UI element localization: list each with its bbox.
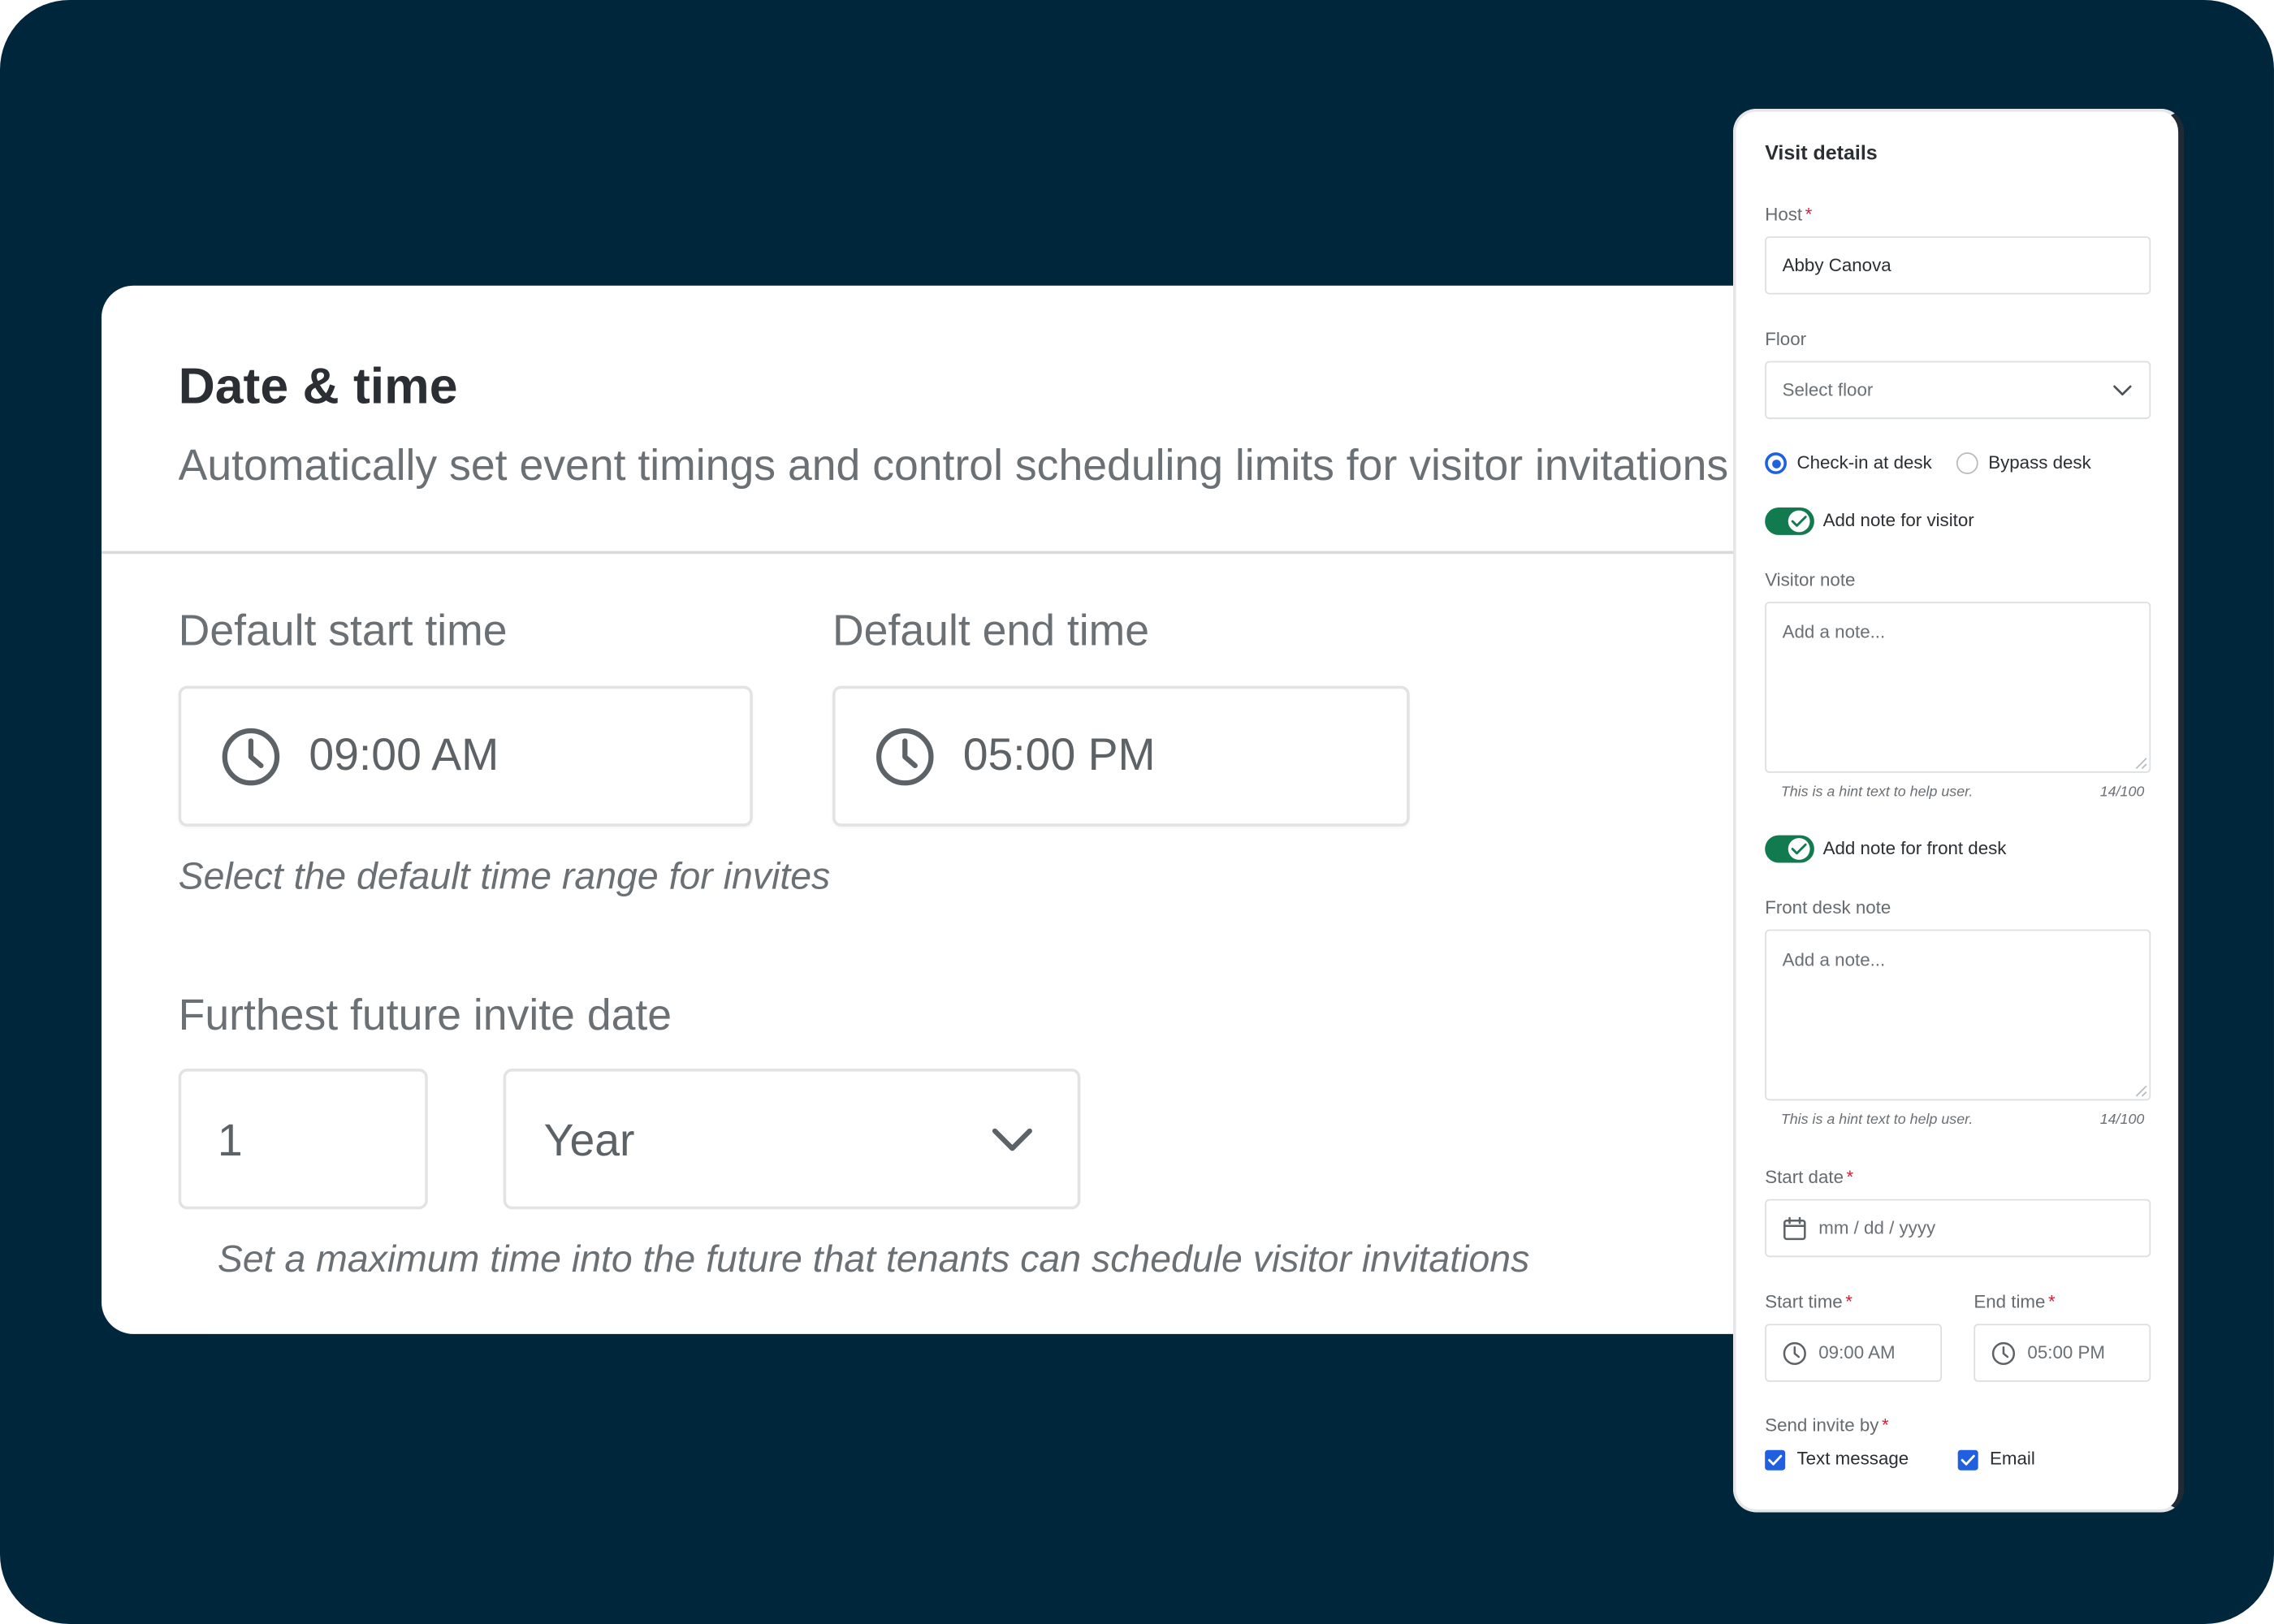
radio-checkin-label: Check-in at desk — [1796, 452, 1932, 473]
frontdesk-note-count: 14/100 — [2099, 1112, 2145, 1129]
default-end-time-input[interactable]: 05:00 PM — [832, 685, 1410, 827]
visitor-note-placeholder: Add a note... — [1782, 622, 1886, 643]
calendar-icon — [1783, 1216, 1806, 1241]
frontdesk-note-label: Front desk note — [1765, 897, 1891, 918]
host-input[interactable]: Abby Canova — [1765, 236, 2151, 295]
send-invite-label-text: Send invite by — [1765, 1415, 1879, 1436]
resize-grip-icon[interactable] — [2135, 1085, 2148, 1098]
future-unit-select[interactable]: Year — [503, 1069, 1081, 1210]
future-amount-input[interactable]: 1 — [178, 1069, 428, 1210]
required-mark: * — [1805, 204, 1813, 225]
check-icon — [1791, 516, 1807, 527]
visitor-note-textarea[interactable]: Add a note... — [1765, 602, 2151, 773]
end-time-input[interactable]: 05:00 PM — [1974, 1324, 2151, 1382]
check-icon — [1768, 1454, 1783, 1466]
send-invite-label: Send invite by * — [1765, 1415, 1889, 1436]
future-date-hint: Set a maximum time into the future that … — [217, 1237, 1530, 1281]
future-unit-value: Year — [543, 1115, 635, 1166]
required-mark: * — [1845, 1292, 1853, 1313]
visitor-note-count: 14/100 — [2099, 784, 2145, 801]
radio-bypass-desk[interactable] — [1956, 452, 1978, 474]
check-icon — [1961, 1454, 1975, 1466]
check-icon — [1791, 843, 1807, 855]
start-date-placeholder: mm / dd / yyyy — [1818, 1217, 1936, 1238]
host-value: Abby Canova — [1782, 255, 1891, 276]
host-label-text: Host — [1765, 204, 1803, 225]
required-mark: * — [2048, 1292, 2056, 1313]
default-start-time-input[interactable]: 09:00 AM — [178, 685, 753, 827]
start-time-input[interactable]: 09:00 AM — [1765, 1324, 1943, 1382]
visitor-note-hint: This is a hint text to help user. — [1780, 784, 1974, 801]
frontdesk-note-textarea[interactable]: Add a note... — [1765, 929, 2151, 1101]
default-end-time-label: Default end time — [832, 607, 1150, 656]
end-time-label-text: End time — [1974, 1292, 2046, 1313]
required-mark: * — [1882, 1415, 1889, 1436]
toggle-knob — [1788, 838, 1810, 860]
start-date-label-text: Start date — [1765, 1167, 1844, 1188]
default-end-time-value: 05:00 PM — [962, 729, 1156, 780]
toggle-visitor-note-label: Add note for visitor — [1822, 510, 1974, 531]
stage: Date & time Automatically set event timi… — [0, 0, 2274, 1624]
clock-icon — [876, 728, 934, 786]
start-date-label: Start date * — [1765, 1167, 1853, 1187]
required-mark: * — [1846, 1167, 1854, 1188]
date-time-card: Date & time Automatically set event timi… — [101, 285, 1857, 1334]
end-time-value: 05:00 PM — [2027, 1342, 2105, 1363]
resize-grip-icon[interactable] — [2135, 757, 2148, 770]
floor-label: Floor — [1765, 329, 1807, 350]
floor-placeholder: Select floor — [1782, 379, 1874, 400]
checkbox-email[interactable] — [1957, 1449, 1978, 1471]
start-time-label-text: Start time — [1765, 1292, 1843, 1313]
checkbox-email-label: Email — [1989, 1448, 2035, 1469]
checkbox-text-message[interactable] — [1765, 1449, 1786, 1471]
future-amount-value: 1 — [217, 1115, 243, 1166]
toggle-frontdesk-note-label: Add note for front desk — [1822, 838, 2007, 859]
time-range-hint: Select the default time range for invite… — [178, 853, 831, 898]
chevron-down-icon — [2113, 385, 2132, 396]
toggle-visitor-note[interactable] — [1765, 507, 1814, 535]
radio-bypass-label: Bypass desk — [1988, 452, 2091, 473]
start-time-value: 09:00 AM — [1818, 1342, 1896, 1363]
toggle-knob — [1788, 510, 1810, 533]
frontdesk-note-hint: This is a hint text to help user. — [1780, 1112, 1974, 1129]
frontdesk-note-placeholder: Add a note... — [1782, 949, 1886, 970]
card-subtitle: Automatically set event timings and cont… — [178, 442, 1729, 490]
visitor-note-label: Visitor note — [1765, 569, 1856, 590]
end-time-label: End time * — [1974, 1292, 2055, 1312]
default-start-time-label: Default start time — [178, 607, 508, 656]
default-start-time-value: 09:00 AM — [309, 729, 499, 780]
panel-title: Visit details — [1765, 140, 1878, 164]
host-label: Host * — [1765, 205, 1812, 225]
furthest-future-label: Furthest future invite date — [178, 991, 672, 1040]
divider — [101, 551, 1857, 555]
radio-checkin-at-desk[interactable] — [1765, 452, 1787, 474]
clock-icon — [1991, 1341, 2016, 1366]
visit-details-panel: Visit details Host * Abby Canova Floor Se… — [1732, 108, 2185, 1513]
clock-icon — [222, 728, 280, 786]
clock-icon — [1783, 1341, 1806, 1366]
checkbox-text-message-label: Text message — [1796, 1448, 1909, 1469]
card-title: Date & time — [178, 358, 458, 415]
chevron-down-icon — [992, 1128, 1032, 1151]
start-time-label: Start time * — [1765, 1292, 1852, 1312]
floor-select[interactable]: Select floor — [1765, 361, 2151, 420]
toggle-frontdesk-note[interactable] — [1765, 835, 1814, 863]
start-date-input[interactable]: mm / dd / yyyy — [1765, 1199, 2151, 1258]
